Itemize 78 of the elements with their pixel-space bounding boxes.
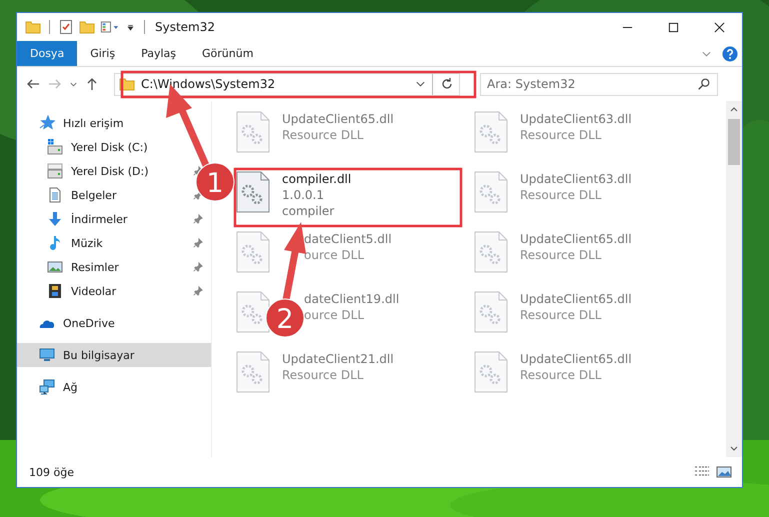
sidebar-item[interactable]: Ağ (17, 375, 211, 399)
ribbon-tab[interactable]: Paylaş (128, 41, 189, 66)
gear-file-icon (236, 171, 270, 213)
maximize-icon (668, 22, 678, 32)
file-detail: ource DLL (304, 247, 364, 263)
gear-file-icon (236, 111, 270, 153)
address-path: C:\Windows\System32 (141, 77, 276, 91)
window-title: System32 (155, 20, 216, 34)
search-icon[interactable] (697, 76, 711, 90)
gear-file-icon (474, 231, 508, 273)
callout-badge (196, 162, 234, 202)
gear-file-icon (474, 291, 508, 333)
sidebar-item[interactable]: Yerel Disk (D:) (71, 164, 149, 178)
checklist-icon[interactable] (58, 19, 74, 35)
help-icon[interactable] (722, 46, 738, 62)
file-detail: Resource DLL (520, 247, 602, 263)
file-name: UpdateClient21.dll (282, 351, 394, 367)
address-bar[interactable]: C:\Windows\System32 (114, 72, 460, 96)
gear-file-icon (474, 351, 508, 393)
sidebar-item[interactable]: OneDrive (17, 311, 211, 335)
properties-icon[interactable] (100, 19, 120, 35)
download-icon (47, 211, 63, 227)
file-name: UpdateClient65.dll (520, 291, 632, 307)
file-name: UpdateClient65.dll (520, 231, 632, 247)
file-detail: Resource DLL (520, 127, 602, 143)
callout-badge (266, 298, 304, 338)
file-detail: Resource DLL (520, 307, 602, 323)
sidebar-item[interactable]: Hızlı erişim (17, 111, 211, 135)
file-name: dateClient5.dll (304, 231, 392, 247)
image-icon (47, 259, 63, 275)
callout-number: 2 (276, 304, 294, 335)
scroll-thumb[interactable] (728, 119, 740, 165)
drive-icon (47, 163, 63, 179)
ribbon-tab[interactable]: Görünüm (189, 41, 266, 66)
sidebar-item[interactable]: Bu bilgisayar (17, 343, 211, 367)
ribbon-tab[interactable]: Giriş (77, 41, 128, 66)
gear-file-icon (474, 171, 508, 213)
sidebar-label: Ağ (63, 380, 79, 394)
sidebar-item[interactable]: Müzik (71, 236, 103, 250)
file-detail: 1.0.0.1 (282, 187, 324, 203)
gear-file-icon (236, 291, 270, 333)
sidebar-item[interactable]: Yerel Disk (C:) (71, 140, 148, 154)
file-name: UpdateClient65.dll (282, 111, 394, 127)
film-icon (47, 283, 63, 299)
sidebar-item[interactable]: Resimler (71, 260, 119, 274)
file-detail: compiler (282, 203, 334, 219)
file-detail: Resource DLL (282, 367, 364, 383)
callout-number: 1 (206, 168, 224, 199)
close-icon (714, 22, 724, 32)
file-name: UpdateClient63.dll (520, 111, 632, 127)
sidebar-label: Hızlı erişim (63, 116, 125, 130)
item-count: 109 öğe (29, 466, 74, 478)
file-detail: Resource DLL (282, 127, 364, 143)
file-name: compiler.dll (282, 171, 352, 187)
gear-file-icon (236, 231, 270, 273)
pc-icon (39, 347, 55, 363)
scrollbar[interactable] (726, 101, 742, 457)
sidebar-item[interactable]: Belgeler (71, 188, 116, 202)
star-icon (39, 115, 55, 131)
sidebar-item[interactable]: İndirmeler (71, 212, 128, 226)
drive-win-icon (47, 139, 63, 155)
doc-icon (47, 187, 63, 203)
search-field[interactable]: Ara: System32 (480, 72, 718, 96)
sidebar-label: Bu bilgisayar (63, 348, 136, 362)
file-detail: ource DLL (304, 307, 364, 323)
large-icons-view-icon[interactable] (716, 465, 732, 479)
sidebar-label: OneDrive (63, 316, 116, 330)
file-name: dateClient19.dll (304, 291, 400, 307)
file-name: UpdateClient63.dll (520, 171, 632, 187)
music-icon (47, 235, 63, 251)
file-detail: Resource DLL (520, 367, 602, 383)
gear-file-icon (474, 111, 508, 153)
gear-file-icon (236, 351, 270, 393)
file-name: UpdateClient65.dll (520, 351, 632, 367)
file-detail: Resource DLL (520, 187, 602, 203)
network-icon (39, 379, 55, 395)
sidebar-item[interactable]: Videolar (71, 284, 116, 298)
file-menu-tab[interactable]: Dosya (17, 41, 78, 66)
